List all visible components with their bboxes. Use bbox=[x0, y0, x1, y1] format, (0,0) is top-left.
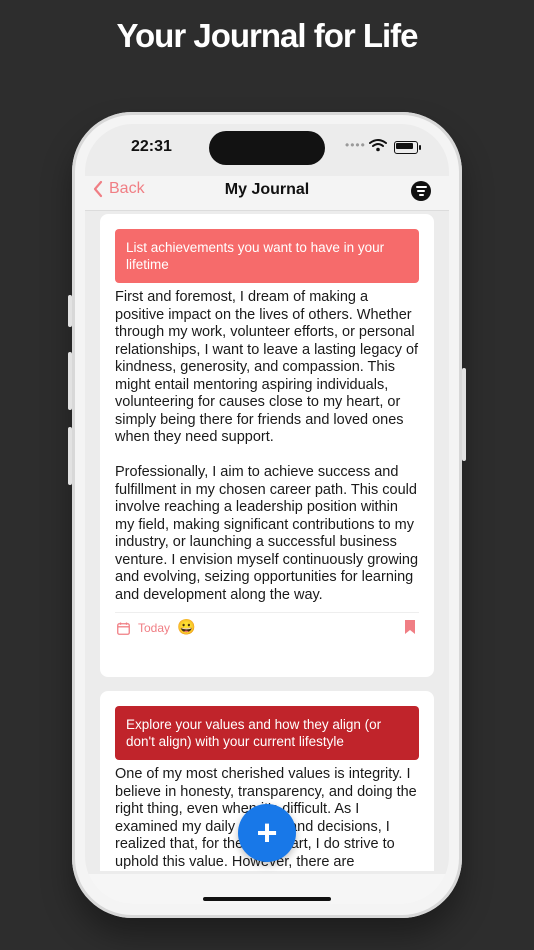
journal-list[interactable]: List achievements you want to have in yo… bbox=[85, 211, 449, 871]
bookmark-icon[interactable] bbox=[405, 620, 415, 634]
entry-text: First and foremost, I dream of making a … bbox=[115, 289, 419, 604]
wifi-icon bbox=[369, 139, 387, 152]
volume-down-button bbox=[68, 427, 72, 485]
volume-up-button bbox=[68, 352, 72, 410]
journal-entry-card[interactable]: List achievements you want to have in yo… bbox=[100, 214, 434, 677]
mood-emoji-icon: 😀 bbox=[177, 619, 196, 636]
action-button bbox=[68, 295, 72, 327]
entry-date: Today bbox=[138, 621, 171, 635]
filter-icon[interactable] bbox=[411, 181, 431, 201]
page-title: My Journal bbox=[224, 181, 310, 198]
battery-icon bbox=[394, 141, 418, 154]
signal-dots-icon: •••• bbox=[345, 138, 366, 152]
add-entry-button[interactable]: + bbox=[238, 804, 296, 862]
entry-footer: Today 😀 bbox=[115, 612, 419, 647]
entry-paragraph: First and foremost, I dream of making a … bbox=[115, 289, 419, 445]
entry-prompt: List achievements you want to have in yo… bbox=[115, 229, 419, 283]
app-screen: 22:31 •••• Back My Journal List achievem… bbox=[85, 124, 449, 904]
calendar-icon bbox=[117, 622, 130, 635]
entry-paragraph: Professionally, I aim to achieve success… bbox=[115, 464, 419, 603]
battery-tip bbox=[419, 145, 421, 150]
navigation-bar: Back My Journal bbox=[85, 176, 449, 211]
home-indicator[interactable] bbox=[203, 897, 331, 901]
power-button bbox=[462, 368, 466, 461]
entry-prompt: Explore your values and how they align (… bbox=[115, 706, 419, 760]
headline: Your Journal for Life bbox=[116, 17, 418, 54]
dynamic-island bbox=[209, 131, 325, 165]
status-bar: 22:31 •••• bbox=[85, 124, 449, 176]
status-time: 22:31 bbox=[131, 138, 172, 155]
